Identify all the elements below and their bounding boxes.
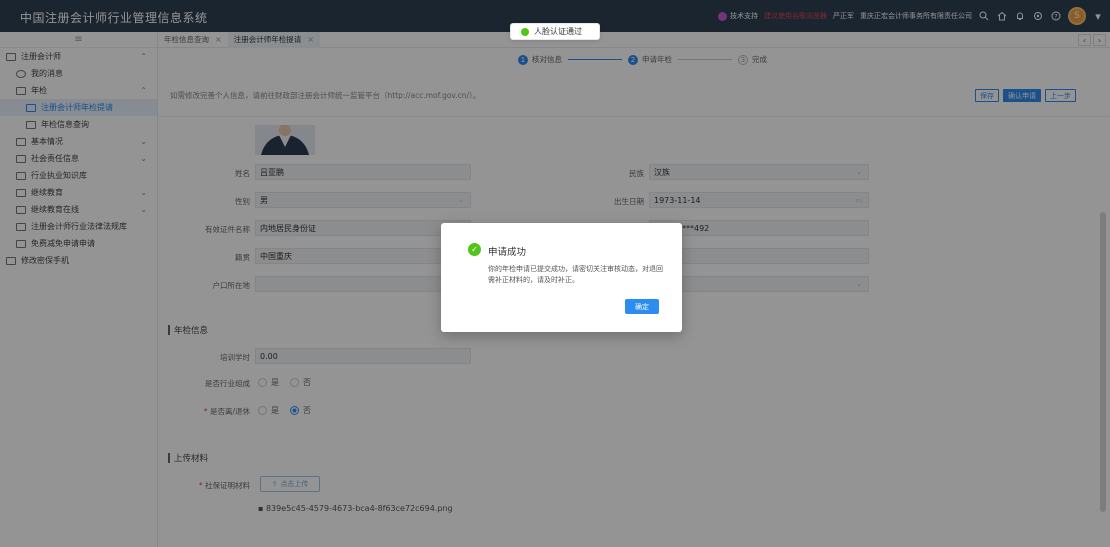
ok-button[interactable]: 确定 <box>625 299 659 314</box>
success-dialog: ✓ 申请成功 你的年检申请已提交成功，请密切关注审核动态，对退回需补正材料的，请… <box>441 223 682 332</box>
success-icon <box>521 27 529 36</box>
success-check-icon: ✓ <box>468 243 481 256</box>
dialog-title: 申请成功 <box>488 247 527 258</box>
toast-message: 人脸认证通过 <box>510 23 600 40</box>
toast-text: 人脸认证通过 <box>534 27 582 36</box>
dialog-message: 你的年检申请已提交成功，请密切关注审核动态，对退回需补正材料的，请及时补正。 <box>488 265 663 284</box>
